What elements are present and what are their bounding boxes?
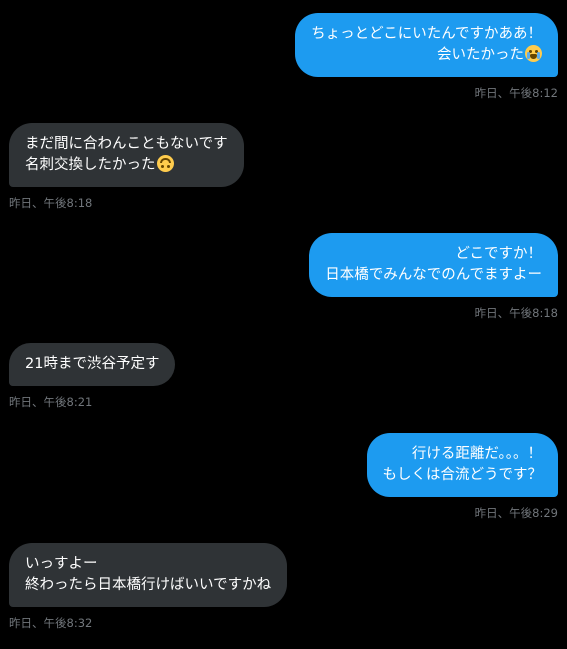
message-text-line: ちょっとどこにいたんですかああ！	[311, 26, 542, 42]
message-incoming: まだ間に合わんこともないです 名刺交換したかった 昨日、午後8:18	[9, 123, 309, 211]
message-text-line: まだ間に合わんこともないです	[25, 136, 228, 152]
message-text-line: いっすよー	[25, 556, 98, 572]
message-bubble[interactable]: まだ間に合わんこともないです 名刺交換したかった	[9, 123, 244, 187]
message-outgoing: 行ける距離だ。。。！ もしくは合流どうです？ 昨日、午後8:29	[258, 433, 558, 521]
message-text-line: 行ける距離だ。。。！	[411, 446, 542, 462]
message-text-line: 名刺交換したかった	[25, 155, 228, 176]
message-outgoing: ちょっとどこにいたんですかああ！ 会いたかった 昨日、午後8:12	[258, 13, 558, 101]
message-text: 名刺交換したかった	[25, 157, 156, 173]
message-text-line: どこですか！	[455, 246, 542, 262]
message-timestamp: 昨日、午後8:29	[474, 506, 558, 520]
message-text-line: 終わったら日本橋行けばいいですかね	[25, 577, 272, 593]
message-bubble[interactable]: どこですか！ 日本橋でみんなでのんでますよー	[309, 233, 558, 297]
message-text-line: 21時まで渋谷予定す	[25, 356, 160, 372]
message-timestamp: 昨日、午後8:21	[9, 395, 93, 409]
loudly-crying-face-icon	[525, 45, 542, 62]
message-text-line: 会いたかった	[311, 45, 542, 66]
upside-down-face-icon	[156, 155, 174, 172]
message-bubble[interactable]: いっすよー 終わったら日本橋行けばいいですかね	[9, 543, 288, 607]
message-timestamp: 昨日、午後8:18	[9, 196, 93, 210]
message-text: 会いたかった	[437, 47, 524, 63]
conversation-thread: ちょっとどこにいたんですかああ！ 会いたかった 昨日、午後8:12 まだ間に合わ…	[0, 0, 567, 649]
message-bubble[interactable]: ちょっとどこにいたんですかああ！ 会いたかった	[295, 13, 558, 77]
message-timestamp: 昨日、午後8:18	[474, 306, 558, 320]
message-bubble[interactable]: 21時まで渋谷予定す	[9, 343, 176, 386]
message-text-line: 日本橋でみんなでのんでますよー	[325, 267, 542, 283]
message-incoming: 21時まで渋谷予定す 昨日、午後8:21	[9, 343, 309, 410]
message-text-line: もしくは合流どうです？	[382, 467, 543, 483]
message-outgoing: どこですか！ 日本橋でみんなでのんでますよー 昨日、午後8:18	[258, 233, 558, 321]
message-timestamp: 昨日、午後8:32	[9, 616, 93, 630]
message-timestamp: 昨日、午後8:12	[474, 86, 558, 100]
message-bubble[interactable]: 行ける距離だ。。。！ もしくは合流どうです？	[366, 433, 558, 497]
message-incoming: いっすよー 終わったら日本橋行けばいいですかね 昨日、午後8:32	[9, 543, 329, 631]
